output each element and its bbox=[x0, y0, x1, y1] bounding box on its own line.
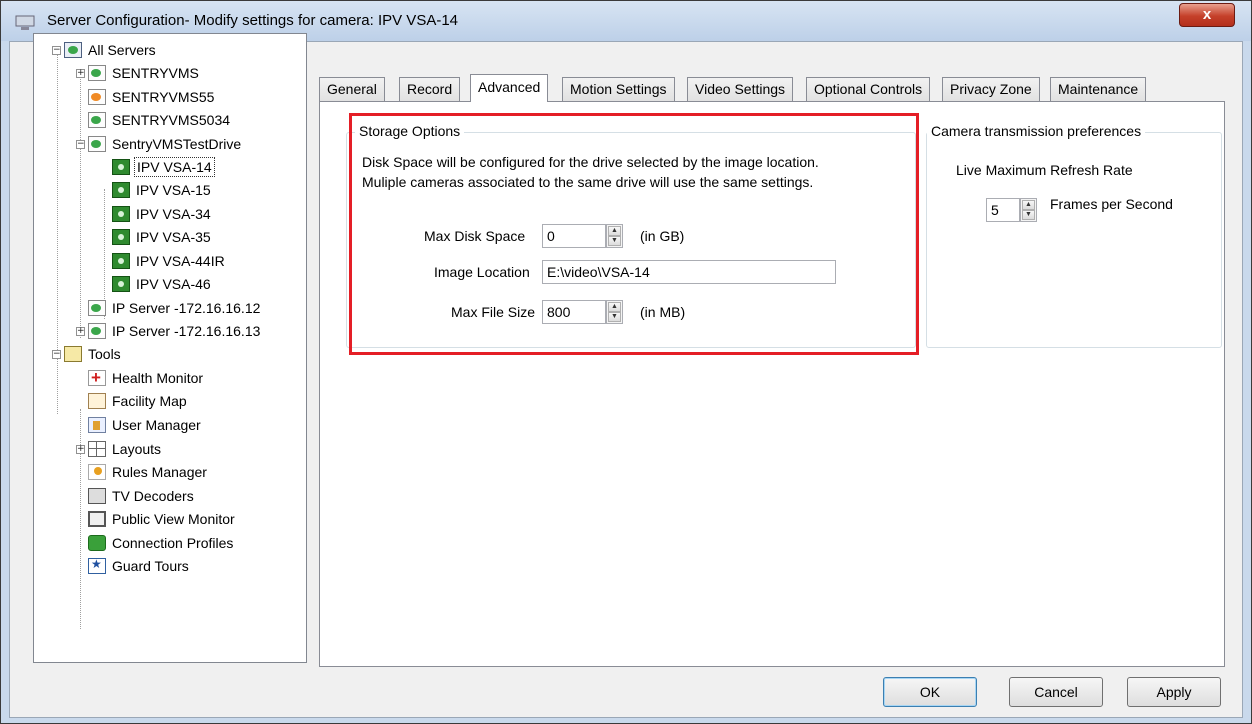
rules-manager-icon bbox=[88, 464, 106, 480]
monitor-icon bbox=[88, 511, 106, 527]
advanced-tab-panel: Storage Options Disk Space will be confi… bbox=[319, 101, 1225, 667]
tab-advanced[interactable]: Advanced bbox=[470, 74, 549, 102]
tree-node-camera[interactable]: IPV VSA-46 bbox=[112, 273, 213, 295]
tree-node-camera[interactable]: IPV VSA-15 bbox=[112, 179, 213, 201]
tree-node-facility-map[interactable]: Facility Map bbox=[88, 390, 189, 412]
tree-node-server[interactable]: SENTRYVMS bbox=[88, 62, 201, 84]
live-refresh-label: Live Maximum Refresh Rate bbox=[956, 162, 1133, 178]
tree-node-camera-selected[interactable]: IPV VSA-14 bbox=[112, 156, 215, 178]
fps-unit: Frames per Second bbox=[1050, 196, 1173, 212]
expand-layouts[interactable]: + bbox=[76, 445, 85, 454]
tab-motion-settings[interactable]: Motion Settings bbox=[562, 77, 675, 101]
spin-down-icon[interactable]: ▼ bbox=[608, 312, 621, 322]
tree-node-tools[interactable]: Tools bbox=[64, 343, 123, 365]
spin-down-icon[interactable]: ▼ bbox=[608, 236, 621, 246]
tree-node-tv-decoders[interactable]: TV Decoders bbox=[88, 485, 196, 507]
tree-node-health-monitor[interactable]: Health Monitor bbox=[88, 367, 205, 389]
collapse-tools[interactable]: − bbox=[52, 350, 61, 359]
tree-node-connection-profiles[interactable]: Connection Profiles bbox=[88, 532, 235, 554]
tab-privacy-zone[interactable]: Privacy Zone bbox=[942, 77, 1040, 101]
tree-node-server[interactable]: SentryVMSTestDrive bbox=[88, 133, 243, 155]
camera-transmission-title: Camera transmission preferences bbox=[927, 123, 1146, 139]
tree-node-all-servers[interactable]: All Servers bbox=[64, 39, 158, 61]
apply-button[interactable]: Apply bbox=[1127, 677, 1221, 707]
tree-node-camera[interactable]: IPV VSA-35 bbox=[112, 226, 213, 248]
tree-node-layouts[interactable]: Layouts bbox=[88, 438, 163, 460]
tree-node-rules-manager[interactable]: Rules Manager bbox=[88, 461, 209, 483]
max-disk-space-unit: (in GB) bbox=[640, 228, 685, 244]
spin-down-icon[interactable]: ▼ bbox=[1022, 210, 1035, 220]
server-icon bbox=[88, 136, 106, 152]
spin-up-icon[interactable]: ▲ bbox=[608, 302, 621, 312]
collapse-all-servers[interactable]: − bbox=[52, 46, 61, 55]
image-location-label: Image Location bbox=[434, 264, 530, 280]
max-disk-space-label: Max Disk Space bbox=[424, 228, 526, 244]
tv-decoders-icon bbox=[88, 488, 106, 504]
tree-node-camera[interactable]: IPV VSA-34 bbox=[112, 203, 213, 225]
health-monitor-icon bbox=[88, 368, 106, 388]
camera-icon bbox=[112, 276, 130, 292]
camera-icon bbox=[112, 206, 130, 222]
tree-node-public-view-monitor[interactable]: Public View Monitor bbox=[88, 508, 237, 530]
tab-general[interactable]: General bbox=[319, 77, 385, 101]
fps-spinner[interactable]: ▲ ▼ bbox=[1020, 198, 1037, 222]
window-title: Server Configuration- Modify settings fo… bbox=[47, 12, 459, 29]
max-file-size-unit: (in MB) bbox=[640, 304, 686, 320]
tree-node-camera[interactable]: IPV VSA-44IR bbox=[112, 250, 227, 272]
tree-node-server[interactable]: SENTRYVMS5034 bbox=[88, 109, 232, 131]
tab-record[interactable]: Record bbox=[399, 77, 461, 101]
server-icon bbox=[88, 323, 106, 339]
app-icon bbox=[15, 15, 35, 30]
server-icon bbox=[88, 300, 106, 316]
server-icon bbox=[88, 112, 106, 128]
tree-node-guard-tours[interactable]: Guard Tours bbox=[88, 555, 191, 577]
max-disk-space-input[interactable]: 0 bbox=[542, 224, 606, 248]
spin-up-icon[interactable]: ▲ bbox=[1022, 200, 1035, 210]
layouts-icon bbox=[88, 441, 106, 457]
camera-icon bbox=[112, 229, 130, 245]
ok-button[interactable]: OK bbox=[883, 677, 977, 707]
max-disk-space-spinner[interactable]: ▲ ▼ bbox=[606, 224, 623, 248]
server-configuration-window: Server Configuration- Modify settings fo… bbox=[0, 0, 1252, 724]
max-file-size-spinner[interactable]: ▲ ▼ bbox=[606, 300, 623, 324]
max-file-size-input[interactable]: 800 bbox=[542, 300, 606, 324]
tab-maintenance[interactable]: Maintenance bbox=[1050, 77, 1147, 101]
storage-description-line1: Disk Space will be configured for the dr… bbox=[362, 154, 819, 170]
tab-optional-controls[interactable]: Optional Controls bbox=[806, 77, 931, 101]
user-manager-icon bbox=[88, 417, 106, 433]
tree-node-ip-server[interactable]: IP Server -172.16.16.12 bbox=[88, 297, 262, 319]
expand-ip-server[interactable]: + bbox=[76, 327, 85, 336]
facility-map-icon bbox=[88, 393, 106, 409]
camera-icon bbox=[112, 253, 130, 269]
tree-node-ip-server[interactable]: IP Server -172.16.16.13 bbox=[88, 320, 262, 342]
spin-up-icon[interactable]: ▲ bbox=[608, 226, 621, 236]
tools-icon bbox=[64, 346, 82, 362]
tree-node-server[interactable]: SENTRYVMS55 bbox=[88, 86, 216, 108]
expand-sentryvms[interactable]: + bbox=[76, 69, 85, 78]
server-icon bbox=[88, 89, 106, 105]
max-file-size-label: Max File Size bbox=[451, 304, 536, 320]
guard-tours-icon bbox=[88, 557, 106, 574]
cancel-button[interactable]: Cancel bbox=[1009, 677, 1103, 707]
storage-options-title: Storage Options bbox=[355, 123, 465, 139]
server-tree[interactable]: − All Servers + SENTRYVMS SENTRYVMS55 SE… bbox=[33, 33, 307, 663]
camera-icon bbox=[112, 182, 130, 198]
tab-video-settings[interactable]: Video Settings bbox=[687, 77, 794, 101]
collapse-sentryvmstestdrive[interactable]: − bbox=[76, 140, 85, 149]
server-icon bbox=[88, 65, 106, 81]
tree-node-user-manager[interactable]: User Manager bbox=[88, 414, 203, 436]
all-servers-icon bbox=[64, 42, 82, 58]
storage-description-line2: Muliple cameras associated to the same d… bbox=[362, 174, 814, 190]
image-location-input[interactable]: E:\video\VSA-14 bbox=[542, 260, 836, 284]
connection-profiles-icon bbox=[88, 535, 106, 551]
fps-input[interactable]: 5 bbox=[986, 198, 1020, 222]
camera-icon bbox=[112, 159, 130, 175]
close-button[interactable]: x bbox=[1179, 3, 1235, 27]
close-icon: x bbox=[1202, 6, 1212, 23]
